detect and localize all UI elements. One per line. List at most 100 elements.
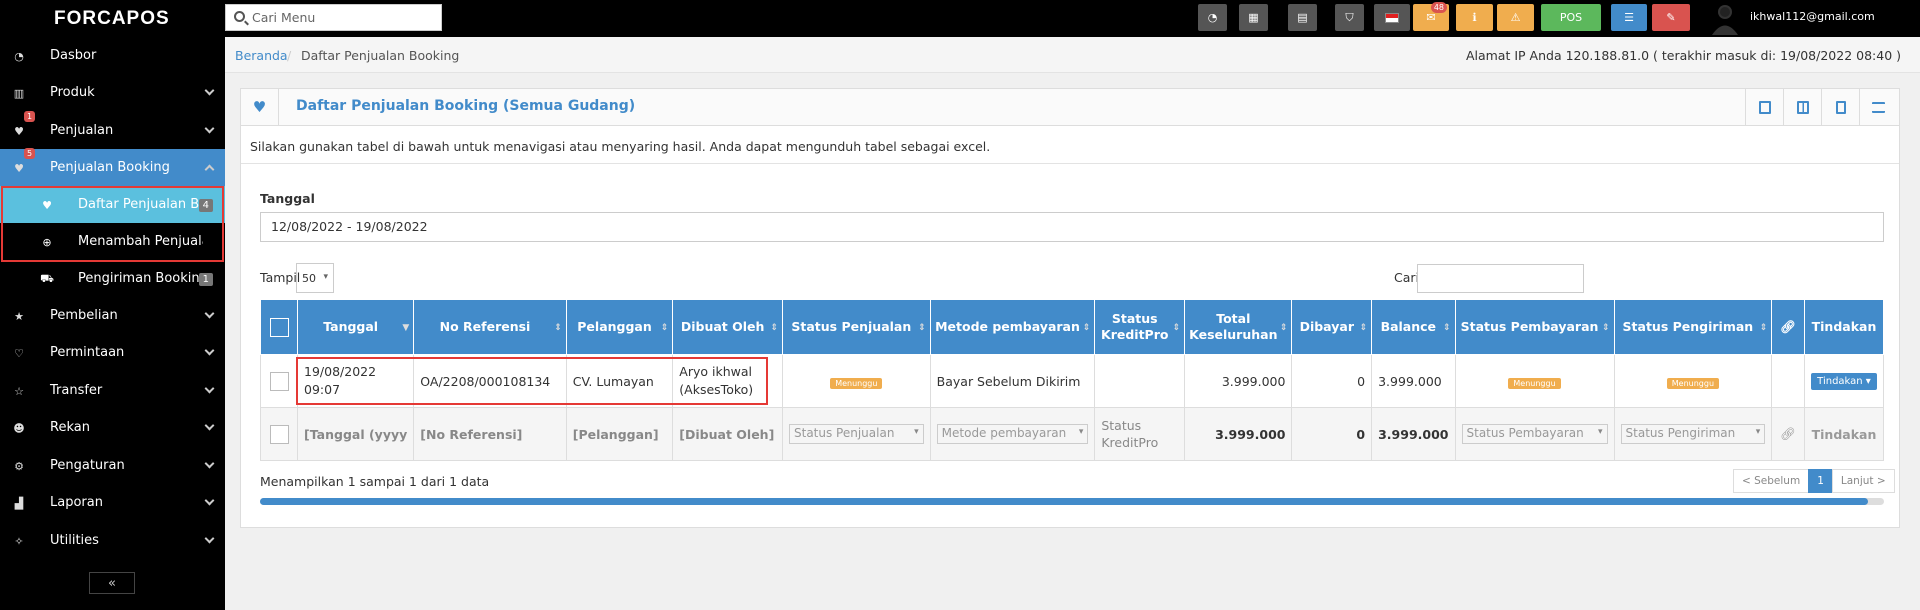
sort-icon: ⇕ — [1442, 323, 1451, 333]
sidebar-item-dasbor[interactable]: ◔ Dasbor — [0, 37, 225, 74]
heart-outline-icon: ♡ — [14, 346, 24, 360]
star-outline-icon: ☆ — [14, 384, 24, 398]
col-status-kreditpro[interactable]: Status KreditPro ⇕ — [1094, 299, 1186, 355]
heart-icon: ♥ — [14, 124, 24, 138]
penjualan-booking-badge: 5 — [24, 148, 36, 159]
scrollbar-thumb[interactable] — [260, 498, 1868, 505]
sidebar-item-rekan[interactable]: ☻ Rekan — [0, 409, 225, 446]
sidebar-collapse-button[interactable]: « — [89, 572, 135, 594]
sidebar-item-label: Dasbor — [50, 48, 97, 63]
chevron-down-icon — [204, 345, 215, 356]
sidebar-item-transfer[interactable]: ☆ Transfer — [0, 372, 225, 409]
filter-status-pengiriman-select[interactable]: Status Pengiriman — [1620, 424, 1766, 444]
star-icon: ★ — [14, 309, 24, 323]
col-pelanggan[interactable]: Pelanggan ⇕ — [565, 299, 674, 355]
building-button[interactable] — [1821, 89, 1859, 125]
table-filter-row: [Tanggal (yyyy [No Referensi] [Pelanggan… — [259, 407, 1884, 461]
col-status-pengiriman[interactable]: Status Pengiriman ⇕ — [1613, 299, 1773, 355]
list-button[interactable]: ☰ — [1611, 4, 1647, 31]
sidebar-item-label: Pengaturan — [50, 458, 125, 473]
warning-button[interactable]: ⚠ — [1497, 4, 1534, 31]
calculator-button[interactable]: ▦ — [1239, 4, 1268, 31]
language-button[interactable] — [1374, 4, 1410, 31]
building-icon — [1835, 100, 1846, 114]
sidebar-subitem-pengiriman-booking[interactable]: ⛟ Pengiriman Booking 1 — [0, 260, 225, 297]
sidebar-item-penjualan-booking[interactable]: ♥ 5 Penjualan Booking — [0, 148, 225, 186]
mail-button[interactable]: ✉ 48 — [1413, 2, 1449, 31]
col-status-penjualan[interactable]: Status Penjualan ⇕ — [782, 299, 931, 355]
col-tanggal[interactable]: Tanggal ▼ — [297, 299, 415, 355]
sidebar-subitem-label: Pengiriman Booking — [78, 271, 203, 286]
user-avatar[interactable] — [1710, 2, 1740, 35]
eraser-icon: ✎ — [1666, 11, 1676, 24]
sidebar-item-utilities[interactable]: ✧ Utilities — [0, 522, 225, 559]
heart-icon: ♥ — [14, 161, 24, 175]
info-icon: ℹ — [1472, 11, 1477, 24]
tasks-button[interactable] — [1859, 89, 1897, 125]
filter-no-referensi[interactable]: [No Referensi] — [413, 407, 567, 461]
sort-icon: ⇕ — [770, 323, 778, 333]
sidebar-item-permintaan[interactable]: ♡ Permintaan — [0, 334, 225, 371]
horizontal-scrollbar[interactable] — [260, 498, 1884, 505]
html5-button[interactable]: ⛉ — [1335, 4, 1364, 31]
col-metode-pembayaran[interactable]: Metode pembayaran ⇕ — [929, 299, 1096, 355]
col-status-pembayaran[interactable]: Status Pembayaran ⇕ — [1454, 299, 1615, 355]
tindakan-dropdown-button[interactable]: Tindakan ▾ — [1811, 373, 1877, 390]
breadcrumb-home-link[interactable]: Beranda — [235, 48, 288, 63]
filter-status-kreditpro[interactable]: Status KreditPro — [1094, 407, 1186, 461]
sidebar-item-label: Penjualan Booking — [50, 160, 170, 175]
penjualan-badge: 1 — [24, 111, 36, 122]
sidebar-item-produk[interactable]: ▥ Produk — [0, 74, 225, 111]
columns-icon — [1796, 100, 1809, 114]
pos-label: POS — [1559, 11, 1583, 24]
chevron-down-icon — [204, 533, 215, 544]
sidebar-item-penjualan[interactable]: ♥ 1 Penjualan — [0, 111, 225, 149]
sort-icon: ⇕ — [554, 323, 562, 333]
dashboard-icon: ◔ — [14, 49, 24, 63]
calendar-button[interactable]: ▤ — [1288, 4, 1317, 31]
col-dibayar[interactable]: Dibayar ⇕ — [1291, 299, 1373, 355]
col-no-referensi-label: No Referensi — [439, 319, 531, 334]
sort-icon: ⇕ — [1759, 323, 1768, 333]
sidebar-item-pembelian[interactable]: ★ Pembelian — [0, 297, 225, 334]
forcapos-logo[interactable]: FORCAPOS — [54, 8, 170, 30]
chevron-down-icon — [204, 495, 215, 506]
per-page-select[interactable]: 50 — [296, 263, 334, 293]
col-total-keseluruhan[interactable]: Total Keseluruhan ⇕ — [1184, 299, 1293, 355]
menu-search-input[interactable] — [252, 5, 437, 30]
status-badge: Menunggu — [1666, 377, 1720, 389]
col-tanggal-label: Tanggal — [323, 319, 379, 334]
filter-checkbox[interactable] — [269, 424, 289, 444]
col-tindakan: Tindakan — [1804, 299, 1884, 355]
filter-metode-select[interactable]: Metode pembayaran — [936, 424, 1089, 444]
filter-pelanggan[interactable]: [Pelanggan] — [565, 407, 674, 461]
col-no-referensi[interactable]: No Referensi ⇕ — [413, 299, 567, 355]
sidebar-item-laporan[interactable]: ▟ Laporan — [0, 484, 225, 521]
users-icon: ☻ — [13, 421, 25, 435]
select-all-checkbox[interactable] — [269, 317, 289, 337]
col-dibuat-oleh[interactable]: Dibuat Oleh ⇕ — [672, 299, 783, 355]
row-checkbox[interactable] — [269, 371, 289, 391]
eraser-button[interactable]: ✎ — [1652, 4, 1690, 31]
col-balance[interactable]: Balance ⇕ — [1371, 299, 1456, 355]
col-status-pengiriman-label: Status Pengiriman — [1622, 319, 1754, 334]
menu-search[interactable] — [225, 4, 442, 31]
col-total-keseluruhan-label: Total Keseluruhan — [1189, 311, 1278, 342]
filter-tanggal[interactable]: [Tanggal (yyyy — [297, 407, 415, 461]
info-button[interactable]: ℹ — [1456, 4, 1493, 31]
filter-dibuat-oleh[interactable]: [Dibuat Oleh] — [672, 407, 783, 461]
pagination-next[interactable]: Lanjut > — [1831, 469, 1895, 493]
table-search-input[interactable] — [1417, 264, 1584, 293]
pagination-page[interactable]: 1 — [1808, 469, 1833, 493]
pos-button[interactable]: POS — [1541, 4, 1601, 31]
columns-button[interactable] — [1783, 89, 1821, 125]
book-button[interactable] — [1745, 89, 1783, 125]
pagination-prev[interactable]: < Sebelum — [1733, 469, 1810, 493]
user-email[interactable]: ikhwal112@gmail.com — [1750, 10, 1875, 23]
filter-status-penjualan-select[interactable]: Status Penjualan — [789, 424, 924, 444]
search-icon — [234, 11, 245, 22]
date-range-input[interactable]: 12/08/2022 - 19/08/2022 — [260, 212, 1884, 242]
filter-status-pembayaran-select[interactable]: Status Pembayaran — [1461, 424, 1608, 444]
sidebar-item-pengaturan[interactable]: ⚙ Pengaturan — [0, 447, 225, 484]
dashboard-button[interactable]: ◔ — [1198, 4, 1227, 31]
